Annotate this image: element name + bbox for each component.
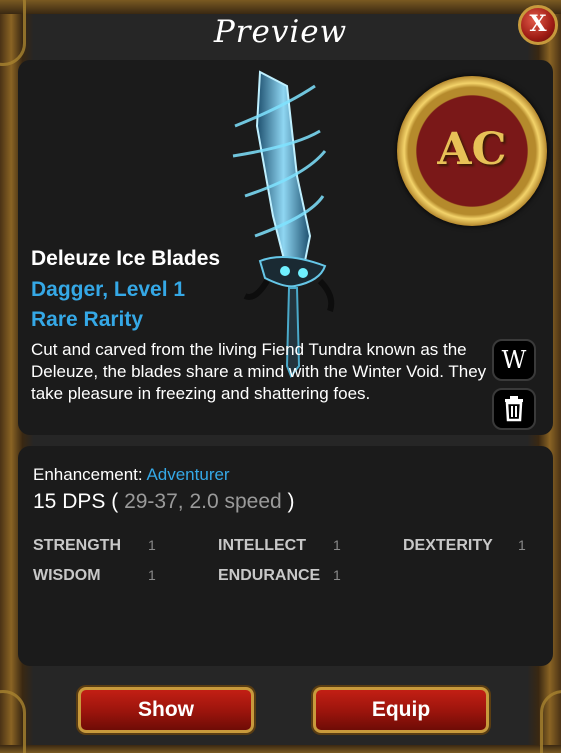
stat-value-endurance: 1 bbox=[333, 567, 341, 583]
enhancement-line: Enhancement: Adventurer bbox=[33, 465, 230, 485]
item-description: Cut and carved from the living Fiend Tun… bbox=[31, 340, 487, 403]
stat-value-strength: 1 bbox=[148, 537, 156, 553]
equip-button[interactable]: Equip bbox=[313, 687, 489, 733]
delete-button[interactable] bbox=[492, 388, 536, 430]
item-name: Deleuze Ice Blades bbox=[31, 247, 221, 270]
dps-value: 15 DPS bbox=[33, 490, 106, 513]
show-button[interactable]: Show bbox=[78, 687, 254, 733]
enhancement-value: Adventurer bbox=[146, 465, 230, 484]
item-rarity: Rare Rarity bbox=[31, 308, 144, 331]
wiki-button[interactable]: W bbox=[492, 339, 536, 381]
enhancement-label: Enhancement: bbox=[33, 465, 143, 484]
logo-text: AC bbox=[437, 124, 507, 175]
corner-ornament-bottom-right bbox=[540, 690, 561, 753]
close-button[interactable]: X bbox=[518, 5, 558, 45]
dps-close-paren: ) bbox=[287, 490, 295, 513]
stat-label-strength: STRENGTH bbox=[33, 537, 121, 554]
frame-top-border bbox=[0, 0, 561, 14]
stat-value-wisdom: 1 bbox=[148, 567, 156, 583]
dps-detail: 29-37, 2.0 speed bbox=[124, 490, 282, 513]
stat-label-dexterity: DEXTERITY bbox=[403, 537, 493, 554]
item-type-level: Dagger, Level 1 bbox=[31, 278, 186, 301]
aqw-logo: AC bbox=[397, 76, 547, 226]
stat-label-endurance: ENDURANCE bbox=[218, 567, 321, 584]
stat-value-intellect: 1 bbox=[333, 537, 341, 553]
stat-label-wisdom: WISDOM bbox=[33, 567, 101, 584]
window-title: Preview bbox=[213, 14, 348, 50]
preview-window: Preview X AC Deleuze Ice Blades Dagger, … bbox=[0, 0, 561, 753]
trash-icon bbox=[505, 396, 523, 422]
dps-line: 15 DPS ( 29-37, 2.0 speed ) bbox=[33, 490, 295, 514]
dps-open-paren: ( bbox=[111, 490, 119, 513]
frame-bottom-border bbox=[0, 745, 561, 753]
stat-label-intellect: INTELLECT bbox=[218, 537, 306, 554]
stat-value-dexterity: 1 bbox=[518, 537, 526, 553]
corner-ornament-bottom-left bbox=[0, 690, 26, 753]
